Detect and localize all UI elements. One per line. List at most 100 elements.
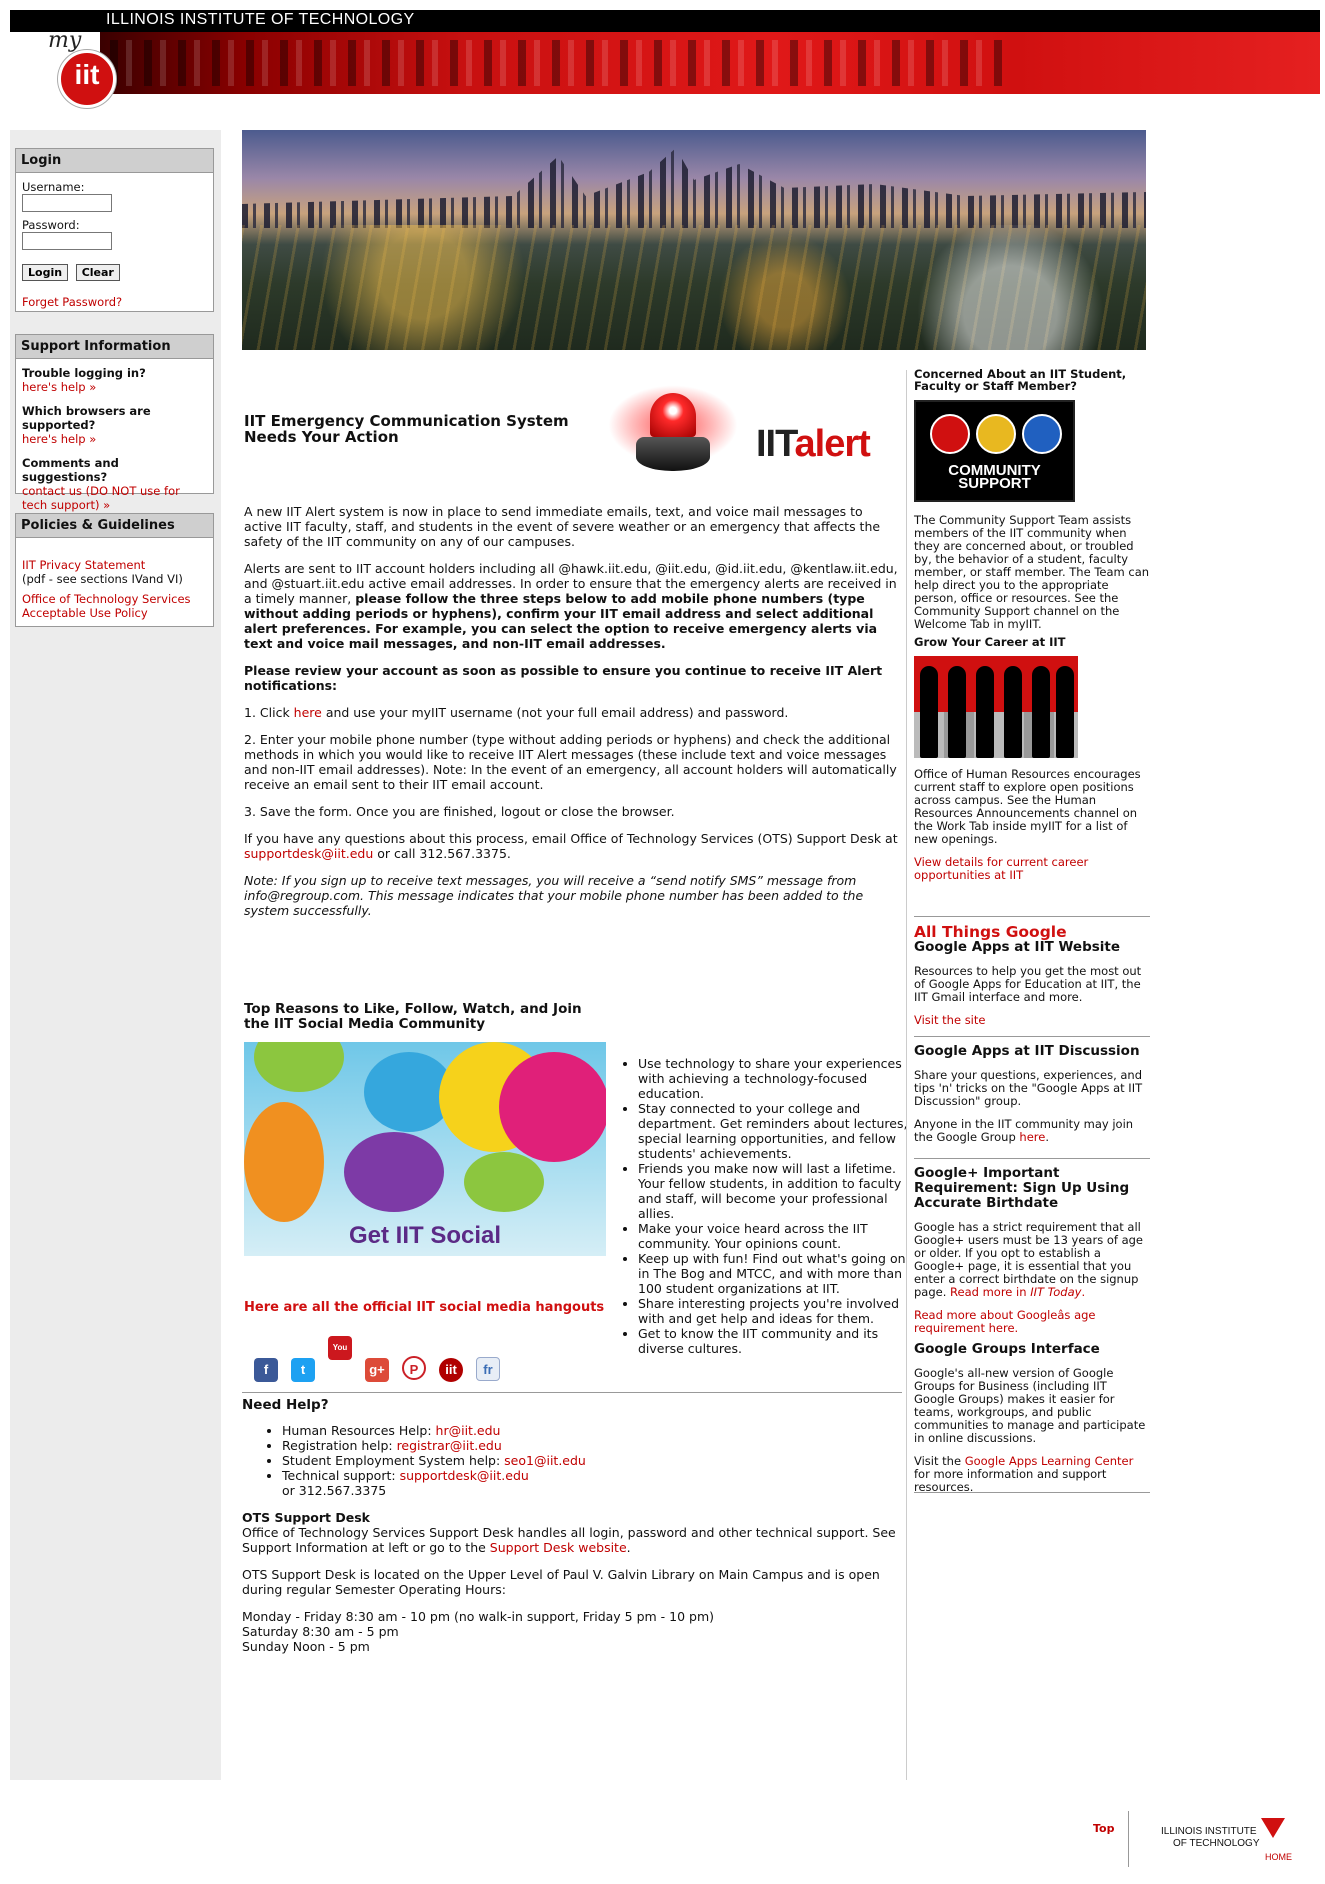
footer-home-link[interactable]: HOME <box>1265 1852 1292 1862</box>
community-support-section: Concerned About an IIT Student, Faculty … <box>914 368 1150 631</box>
speech-bubble <box>244 1102 324 1222</box>
career-details-link[interactable]: View details for current career opportun… <box>914 856 1150 882</box>
ses-label: Student Employment System help: <box>282 1453 505 1468</box>
login-title: Login <box>16 149 213 173</box>
speech-bubble <box>464 1152 544 1212</box>
community-support-label: COMMUNITY SUPPORT <box>948 462 1041 492</box>
reg-label: Registration help: <box>282 1438 397 1453</box>
pinterest-icon[interactable]: P <box>402 1356 426 1380</box>
top-link[interactable]: Top <box>1093 1822 1114 1835</box>
support-question: Which browsers are supported? <box>22 404 151 432</box>
support-desk-website-link[interactable]: Support Desk website <box>490 1540 627 1555</box>
community-support-image[interactable]: COMMUNITY SUPPORT <box>914 400 1075 502</box>
groups-post: for more information and support resourc… <box>914 1467 1107 1494</box>
browsers-help-link[interactable]: here's help » <box>22 432 96 446</box>
alert-body: A new IIT Alert system is now in place t… <box>244 504 899 930</box>
youtube-icon[interactable]: You Tube <box>328 1336 352 1376</box>
cs-text: The Community Support Team assists membe… <box>914 513 1150 631</box>
wordmark-iit: IIT <box>756 423 796 465</box>
iit-footer-logo[interactable]: ILLINOIS INSTITUTE OF TECHNOLOGY HOME <box>1161 1818 1296 1868</box>
support-question: Comments and suggestions? <box>22 456 119 484</box>
career-image[interactable] <box>914 656 1078 758</box>
iit-social-icon[interactable]: iit <box>439 1358 463 1382</box>
groups-title: Google Groups Interface <box>914 1341 1100 1357</box>
ots-location: OTS Support Desk is located on the Upper… <box>242 1567 880 1597</box>
username-label: Username: <box>22 180 85 194</box>
seo-email-link[interactable]: seo1@iit.edu <box>504 1453 586 1468</box>
divider <box>914 1492 1150 1493</box>
ots-p1-post: . <box>626 1540 631 1555</box>
get-iit-social-text: Get IIT Social <box>349 1222 502 1249</box>
questions-pre: If you have any questions about this pro… <box>244 831 898 846</box>
step-1: 1. Click here and use your myIIT usernam… <box>244 705 899 720</box>
twitter-icon[interactable]: t <box>291 1358 315 1382</box>
logo-circle: iit <box>58 50 116 108</box>
google-plus-icon[interactable]: g+ <box>365 1358 389 1382</box>
list-item: Make your voice heard across the IIT com… <box>638 1221 912 1251</box>
groups-learning: Visit the Google Apps Learning Center fo… <box>914 1455 1150 1494</box>
list-item: Friends you make now will last a lifetim… <box>638 1161 912 1221</box>
ots-paragraph: Office of Technology Services Support De… <box>242 1525 902 1555</box>
iit-today-italic: IIT Today <box>1030 1285 1082 1299</box>
facebook-icon[interactable]: f <box>254 1358 278 1382</box>
alert-review-note: Please review your account as soon as po… <box>244 663 883 693</box>
forget-password-link[interactable]: Forget Password? <box>22 295 207 309</box>
list-item: Student Employment System help: seo1@iit… <box>282 1453 902 1468</box>
contact-us-link[interactable]: contact us (DO NOT use for tech support)… <box>22 484 180 512</box>
username-input[interactable] <box>22 194 112 212</box>
ots-policy-link[interactable]: Office of Technology Services Acceptable… <box>22 592 207 620</box>
career-title: Grow Your Career at IIT <box>914 635 1066 649</box>
password-input[interactable] <box>22 232 112 250</box>
list-item: Human Resources Help: hr@iit.edu <box>282 1423 902 1438</box>
column-divider <box>906 370 907 1780</box>
divider <box>914 1158 1150 1159</box>
person-silhouette <box>1056 666 1074 758</box>
clear-button[interactable]: Clear <box>75 264 120 281</box>
registrar-email-link[interactable]: registrar@iit.edu <box>397 1438 502 1453</box>
hours-line: Saturday 8:30 am - 5 pm <box>242 1624 399 1639</box>
speech-bubble <box>344 1132 444 1212</box>
learning-center-link[interactable]: Google Apps Learning Center <box>965 1454 1134 1468</box>
supportdesk-email-link[interactable]: supportdesk@iit.edu <box>244 846 373 861</box>
list-item: Get to know the IIT community and its di… <box>638 1326 912 1356</box>
left-sidebar: Login Username: Password: Login Clear Fo… <box>10 130 221 1780</box>
policies-box: Policies & Guidelines IIT Privacy Statem… <box>15 513 214 627</box>
google-apps-section: All Things Google Google Apps at IIT Web… <box>914 924 1150 1027</box>
policies-title: Policies & Guidelines <box>16 514 213 538</box>
myiit-logo[interactable]: my iit <box>40 28 116 118</box>
visit-site-link[interactable]: Visit the site <box>914 1014 1150 1027</box>
get-iit-social-image[interactable]: Get IIT Social <box>244 1042 606 1256</box>
step-3: 3. Save the form. Once you are finished,… <box>244 804 675 819</box>
gplus-text: Google has a strict requirement that all… <box>914 1221 1150 1299</box>
hours-line: Monday - Friday 8:30 am - 10 pm (no walk… <box>242 1609 715 1624</box>
iit-today-post: . <box>1081 1285 1086 1299</box>
ots-title: OTS Support Desk <box>242 1510 370 1525</box>
privacy-statement-link[interactable]: IIT Privacy Statement <box>22 558 145 572</box>
google-age-link[interactable]: Read more about Googleâs age requirement… <box>914 1309 1150 1335</box>
header-red-banner <box>100 32 1320 94</box>
list-item: Stay connected to your college and depar… <box>638 1101 912 1161</box>
step1-pre: 1. Click <box>244 705 294 720</box>
city-lights <box>242 225 1146 350</box>
hr-email-link[interactable]: hr@iit.edu <box>436 1423 501 1438</box>
google-group-here-link[interactable]: here <box>1019 1130 1045 1144</box>
step1-here-link[interactable]: here <box>294 705 322 720</box>
list-item: Share interesting projects you're involv… <box>638 1296 912 1326</box>
google-apps-text: Resources to help you get the most out o… <box>914 964 1142 1004</box>
iit-today-link[interactable]: Read more in IIT Today. <box>950 1285 1085 1299</box>
speech-bubble <box>254 1042 344 1092</box>
person-silhouette <box>948 666 966 758</box>
friendfeed-icon[interactable]: fr <box>476 1357 500 1381</box>
trouble-login-help-link[interactable]: here's help » <box>22 380 96 394</box>
footer-logo-line1: ILLINOIS INSTITUTE <box>1161 1826 1257 1837</box>
google-plus-section: Google+ Important Requirement: Sign Up U… <box>914 1166 1150 1335</box>
privacy-note: (pdf - see sections IVand VI) <box>22 572 183 586</box>
tech-support-email-link[interactable]: supportdesk@iit.edu <box>400 1468 529 1483</box>
iit-triangle-icon <box>1261 1818 1285 1838</box>
need-help-section: Need Help? Human Resources Help: hr@iit.… <box>242 1398 902 1655</box>
tech-phone: or 312.567.3375 <box>282 1483 387 1498</box>
questions-post: or call 312.567.3375. <box>373 846 511 861</box>
institution-name: ILLINOIS INSTITUTE OF TECHNOLOGY <box>106 11 415 28</box>
gplus-title: Google+ Important Requirement: Sign Up U… <box>914 1165 1130 1211</box>
login-button[interactable]: Login <box>22 264 69 281</box>
